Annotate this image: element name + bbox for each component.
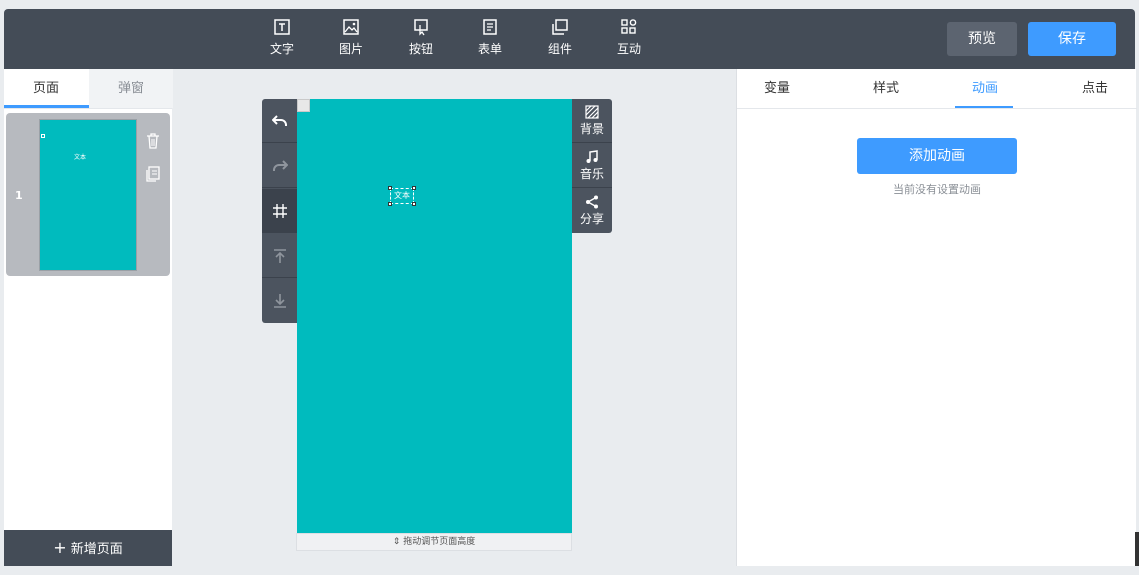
delete-page-icon[interactable] (146, 133, 160, 149)
resize-handle[interactable] (412, 186, 416, 190)
page-number: 1 (15, 189, 23, 202)
page-settings-toolbar: 背景 音乐 分享 (572, 99, 612, 233)
tab-styles[interactable]: 样式 (856, 69, 916, 108)
form-icon (481, 18, 499, 36)
image-icon (342, 18, 360, 36)
scrollbar-edge (1135, 532, 1139, 566)
page-card[interactable]: 1 文本 (6, 113, 170, 276)
tool-label: 组件 (547, 42, 572, 56)
add-page-label: 新增页面 (70, 542, 123, 557)
resize-handle[interactable] (388, 202, 392, 206)
tool-label: 按钮 (408, 42, 433, 56)
tab-click[interactable]: 点击 (1065, 69, 1125, 108)
tab-animation[interactable]: 动画 (955, 69, 1015, 108)
add-button-tool[interactable]: 按钮 (401, 18, 441, 57)
bring-to-top-button[interactable] (262, 234, 297, 278)
plus-icon: + (53, 538, 67, 557)
component-icon (551, 18, 569, 36)
top-toolbar: 文字 图片 按钮 表单 组件 互动 预览 保存 (4, 9, 1135, 69)
add-component-tool[interactable]: 组件 (540, 18, 580, 57)
resize-arrows-icon: ⇕ (392, 537, 401, 547)
tab-pages[interactable]: 页面 (4, 69, 88, 108)
tab-divider (737, 108, 1137, 109)
redo-button[interactable] (262, 144, 297, 188)
add-image-tool[interactable]: 图片 (331, 18, 371, 57)
preview-button[interactable]: 预览 (947, 22, 1017, 56)
resize-handle[interactable] (412, 202, 416, 206)
move-top-icon (273, 248, 286, 263)
interaction-icon (620, 18, 638, 36)
music-label: 音乐 (579, 167, 604, 181)
tool-label: 文字 (269, 42, 294, 56)
redo-icon (272, 159, 288, 171)
undo-icon (271, 114, 287, 126)
share-icon (586, 195, 598, 209)
background-label: 背景 (579, 122, 604, 136)
add-page-button[interactable]: + 新增页面 (4, 530, 172, 566)
tab-divider (4, 108, 172, 109)
tool-label: 互动 (616, 42, 641, 56)
music-icon (586, 150, 598, 163)
share-button[interactable]: 分享 (572, 189, 612, 233)
canvas-edit-toolbar (262, 99, 297, 323)
undo-button[interactable] (262, 99, 297, 143)
resize-hint: 拖动调节页面高度 (403, 537, 476, 547)
broken-image-placeholder[interactable] (297, 99, 310, 112)
page-canvas[interactable]: 文本 (297, 99, 572, 533)
add-interaction-tool[interactable]: 互动 (609, 18, 649, 57)
share-label: 分享 (579, 212, 604, 226)
tab-popups[interactable]: 弹窗 (89, 69, 173, 108)
background-icon (585, 105, 599, 119)
pages-panel: 页面 弹窗 1 文本 + 新增页面 (4, 69, 173, 566)
text-icon (273, 18, 291, 36)
thumb-text: 文本 (74, 154, 87, 161)
resize-handle[interactable] (388, 186, 392, 190)
add-animation-button[interactable]: 添加动画 (857, 138, 1017, 174)
text-element-content: 文本 (394, 191, 410, 200)
properties-panel: 变量 样式 动画 点击 添加动画 当前没有设置动画 (736, 69, 1137, 566)
send-to-bottom-button[interactable] (262, 279, 297, 323)
save-button[interactable]: 保存 (1028, 22, 1116, 56)
move-bottom-icon (273, 294, 286, 308)
page-height-resize-bar[interactable]: ⇕ 拖动调节页面高度 (296, 533, 572, 551)
tab-variables[interactable]: 变量 (747, 69, 807, 108)
thumb-image-placeholder (41, 134, 45, 138)
background-button[interactable]: 背景 (572, 99, 612, 143)
tool-label: 图片 (338, 42, 363, 56)
grid-toggle-button[interactable] (262, 189, 297, 233)
tool-label: 表单 (477, 42, 502, 56)
grid-icon (272, 203, 287, 218)
add-text-tool[interactable]: 文字 (262, 18, 302, 57)
music-button[interactable]: 音乐 (572, 144, 612, 188)
selected-text-element[interactable]: 文本 (388, 186, 416, 206)
copy-page-icon[interactable] (146, 166, 160, 182)
add-form-tool[interactable]: 表单 (470, 18, 510, 57)
no-animation-message: 当前没有设置动画 (893, 183, 981, 196)
page-thumbnail[interactable]: 文本 (39, 119, 137, 271)
button-icon (412, 18, 430, 36)
